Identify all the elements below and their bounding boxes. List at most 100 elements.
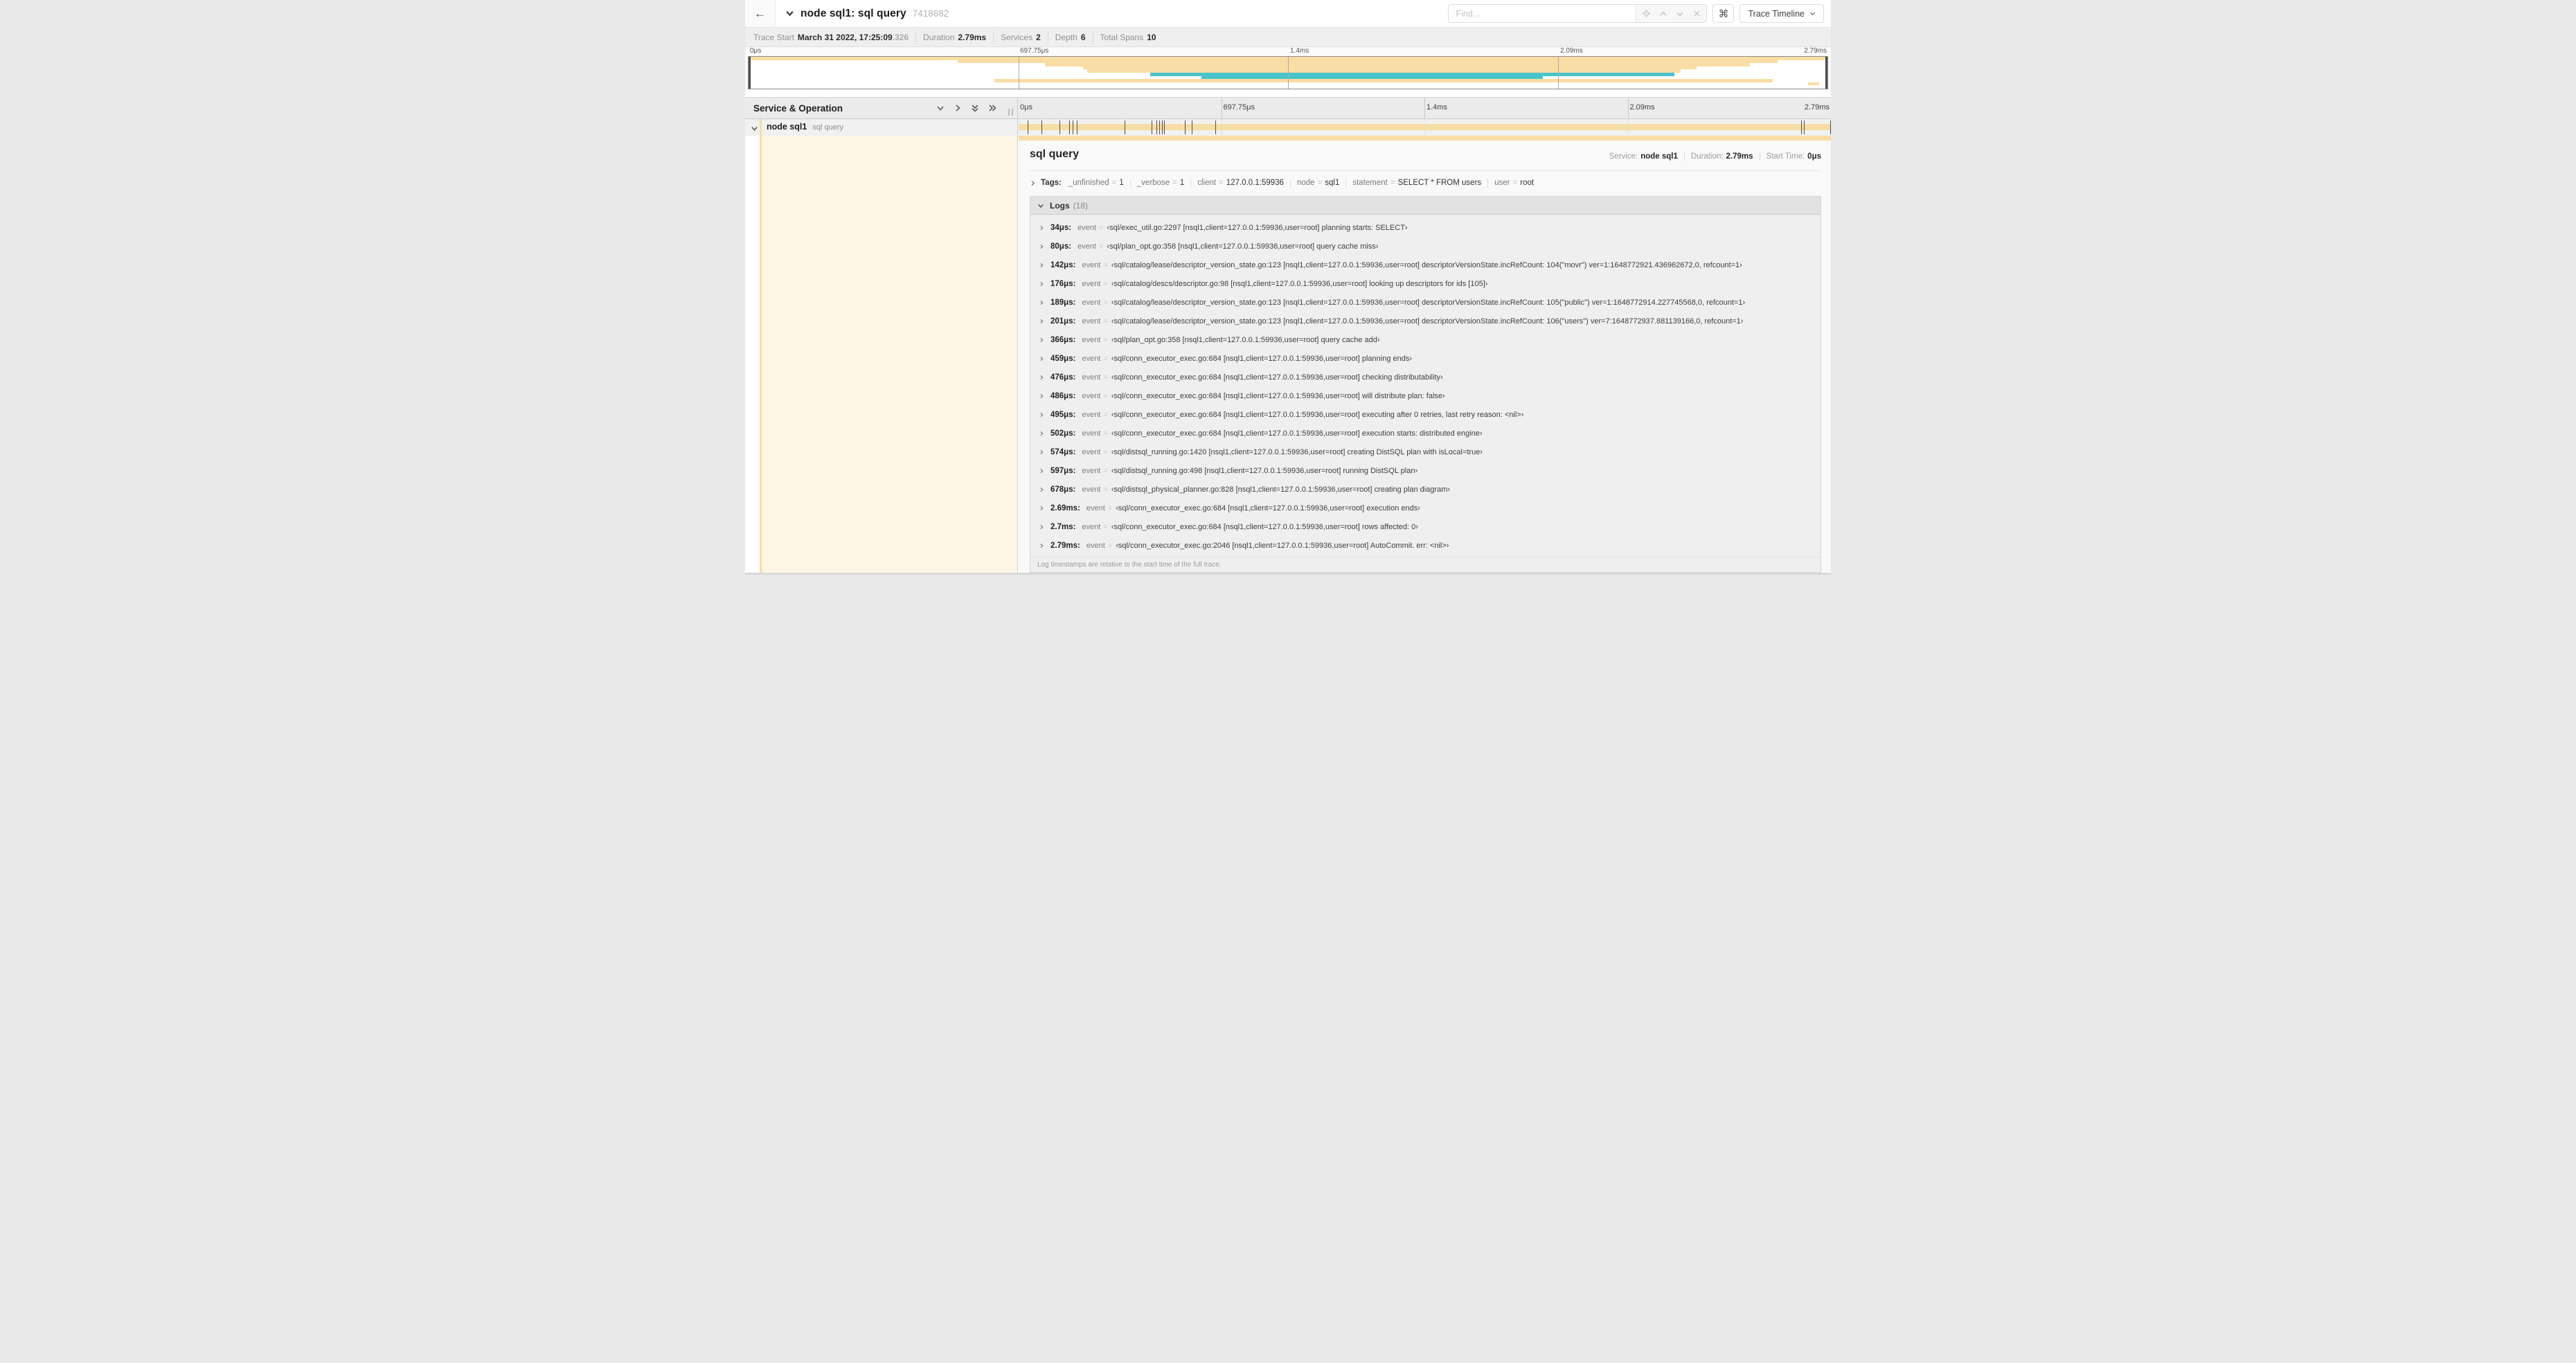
- log-entry[interactable]: 189μs: event = ‹sql/catalog/lease/descripto…: [1030, 293, 1821, 312]
- tag-key: _verbose: [1136, 179, 1170, 187]
- chevron-right-icon: [1039, 225, 1044, 231]
- minimap-right-scrubber[interactable]: [1825, 57, 1827, 89]
- log-event-key: event: [1082, 447, 1101, 456]
- find-input[interactable]: [1449, 5, 1636, 22]
- summary-item: Duration 2.79ms: [923, 33, 986, 42]
- timeline-header: Service & Operation 0μs 697.75μs 1.4ms 2.09…: [745, 97, 1831, 119]
- log-equals: =: [1103, 485, 1108, 494]
- log-event-key: event: [1082, 354, 1101, 363]
- log-entry[interactable]: 366μs: event = ‹sql/plan_opt.go:358 [nsql1,…: [1030, 330, 1821, 349]
- tag-value: root: [1520, 179, 1535, 187]
- chevron-right-icon: [1039, 506, 1044, 511]
- log-entry[interactable]: 2.79ms: event = ‹sql/conn_executor_exec.go:…: [1030, 536, 1821, 555]
- logs-header[interactable]: Logs (18): [1030, 197, 1821, 215]
- log-event-value: ‹sql/exec_util.go:2297 [nsql1,client=127…: [1107, 223, 1408, 232]
- summary-value: 2: [1036, 32, 1041, 42]
- log-entry[interactable]: 2.69ms: event = ‹sql/conn_executor_exec.go:…: [1030, 499, 1821, 517]
- tag-value: 1: [1119, 179, 1124, 187]
- log-equals: =: [1103, 354, 1108, 363]
- log-event-value: ‹sql/conn_executor_exec.go:684 [nsql1,cl…: [1116, 504, 1420, 513]
- log-marker: [1059, 121, 1060, 134]
- prev-match-icon[interactable]: [1656, 7, 1670, 21]
- column-resizer-grip[interactable]: [1008, 109, 1013, 116]
- log-marker: [1156, 121, 1158, 134]
- focus-match-icon[interactable]: [1640, 7, 1654, 21]
- view-selector-button[interactable]: Trace Timeline: [1739, 4, 1824, 23]
- log-marker: [1068, 121, 1070, 134]
- log-timestamp: 495μs:: [1050, 410, 1076, 419]
- log-entry[interactable]: 80μs: event = ‹sql/plan_opt.go:358 [nsql1,c…: [1030, 237, 1821, 256]
- log-equals: =: [1103, 391, 1108, 400]
- summary-value: March 31 2022, 17:25:09: [797, 32, 893, 42]
- log-event-value: ‹sql/catalog/descs/descriptor.go:98 [nsq…: [1111, 279, 1488, 288]
- chevron-right-icon: [1039, 244, 1044, 249]
- minimap-tick-label: 1.4ms: [1290, 47, 1309, 55]
- back-button[interactable]: ←: [745, 0, 776, 27]
- log-timestamp: 574μs:: [1050, 447, 1076, 456]
- log-entry[interactable]: 142μs: event = ‹sql/catalog/lease/descripto…: [1030, 256, 1821, 274]
- log-event-key: event: [1082, 429, 1101, 438]
- tags-accordion[interactable]: Tags: _unfinished = 1 _verbose = 1 client = 127.…: [1030, 172, 1821, 193]
- collapse-one-icon[interactable]: [936, 104, 945, 112]
- chevron-down-icon: [1809, 12, 1816, 16]
- log-entry[interactable]: 34μs: event = ‹sql/exec_util.go:2297 [nsql1…: [1030, 218, 1821, 237]
- log-entry[interactable]: 2.7ms: event = ‹sql/conn_executor_exec.go:6…: [1030, 517, 1821, 536]
- log-event-value: ‹sql/conn_executor_exec.go:684 [nsql1,cl…: [1111, 429, 1483, 438]
- log-entry[interactable]: 495μs: event = ‹sql/conn_executor_exec.go:6…: [1030, 405, 1821, 424]
- summary-item: Depth 6: [1055, 33, 1086, 42]
- trace-id: 7418682: [912, 8, 949, 19]
- log-marker: [1800, 121, 1802, 134]
- tag-value: 1: [1179, 179, 1185, 187]
- log-equals: =: [1103, 260, 1108, 269]
- log-entry[interactable]: 678μs: event = ‹sql/distsql_physical_planne…: [1030, 480, 1821, 499]
- span-id-row: SpanID: 4877749850101760812: [1030, 573, 1821, 575]
- expand-all-icon[interactable]: [988, 104, 996, 112]
- clear-search-icon[interactable]: [1690, 7, 1703, 21]
- log-entry[interactable]: 486μs: event = ‹sql/conn_executor_exec.go:6…: [1030, 386, 1821, 405]
- log-entry[interactable]: 176μs: event = ‹sql/catalog/descs/descripto…: [1030, 274, 1821, 293]
- span-bar-graph[interactable]: [1019, 119, 1831, 136]
- detail-header: sql query Service: node sql1 Duration: 2.7…: [1030, 141, 1821, 171]
- span-collapse-icon[interactable]: [751, 123, 758, 136]
- log-equals: =: [1107, 504, 1113, 513]
- log-event-value: ‹sql/distsql_physical_planner.go:828 [ns…: [1111, 485, 1451, 494]
- summary-label: Total Spans: [1100, 32, 1144, 42]
- tag-divider: [1487, 178, 1489, 188]
- detail-left-fill: [762, 136, 1017, 573]
- keyboard-shortcuts-button[interactable]: ⌘: [1712, 4, 1735, 23]
- minimap-canvas[interactable]: [748, 56, 1828, 89]
- next-match-icon[interactable]: [1673, 7, 1687, 21]
- page-title: node sql1: sql query: [800, 7, 906, 19]
- duration-value: 2.79ms: [1726, 152, 1753, 161]
- tag-divider: [1289, 178, 1291, 188]
- tags-label: Tags:: [1041, 179, 1062, 187]
- log-entry[interactable]: 574μs: event = ‹sql/distsql_running.go:1420…: [1030, 443, 1821, 461]
- log-timestamp: 486μs:: [1050, 391, 1076, 400]
- ruler-tick-label: 697.75μs: [1223, 103, 1255, 112]
- tag-item: node = sql1: [1297, 179, 1339, 187]
- summary-value: 10: [1147, 32, 1156, 42]
- span-row[interactable]: node sql1 sql query: [745, 119, 1831, 136]
- tag-item: _unfinished = 1: [1068, 179, 1124, 187]
- collapse-all-icon[interactable]: [971, 104, 979, 112]
- log-entry[interactable]: 201μs: event = ‹sql/catalog/lease/descripto…: [1030, 312, 1821, 330]
- log-entry[interactable]: 502μs: event = ‹sql/conn_executor_exec.go:6…: [1030, 424, 1821, 443]
- log-equals: =: [1107, 541, 1113, 550]
- log-marker: [1164, 121, 1165, 134]
- tag-equals: =: [1219, 179, 1224, 187]
- trace-summary-bar: Trace Start March 31 2022, 17:25:09.326 Du…: [745, 28, 1831, 47]
- log-timestamp: 189μs:: [1050, 298, 1076, 307]
- chevron-right-icon: [1039, 281, 1044, 287]
- chevron-right-icon: [1039, 393, 1044, 399]
- log-entry[interactable]: 597μs: event = ‹sql/distsql_running.go:498 …: [1030, 461, 1821, 480]
- log-event-value: ‹sql/catalog/lease/descriptor_version_st…: [1111, 298, 1746, 307]
- minimap-left-scrubber[interactable]: [749, 57, 751, 89]
- log-event-value: ‹sql/distsql_running.go:498 [nsql1,clien…: [1111, 466, 1418, 475]
- summary-label: Trace Start: [753, 32, 794, 42]
- trace-collapse-icon[interactable]: [785, 9, 794, 18]
- log-entry[interactable]: 476μs: event = ‹sql/conn_executor_exec.go:6…: [1030, 368, 1821, 386]
- tag-key: node: [1296, 179, 1315, 187]
- log-entry[interactable]: 459μs: event = ‹sql/conn_executor_exec.go:6…: [1030, 349, 1821, 368]
- expand-one-icon[interactable]: [954, 104, 962, 112]
- summary-value: 6: [1080, 32, 1086, 42]
